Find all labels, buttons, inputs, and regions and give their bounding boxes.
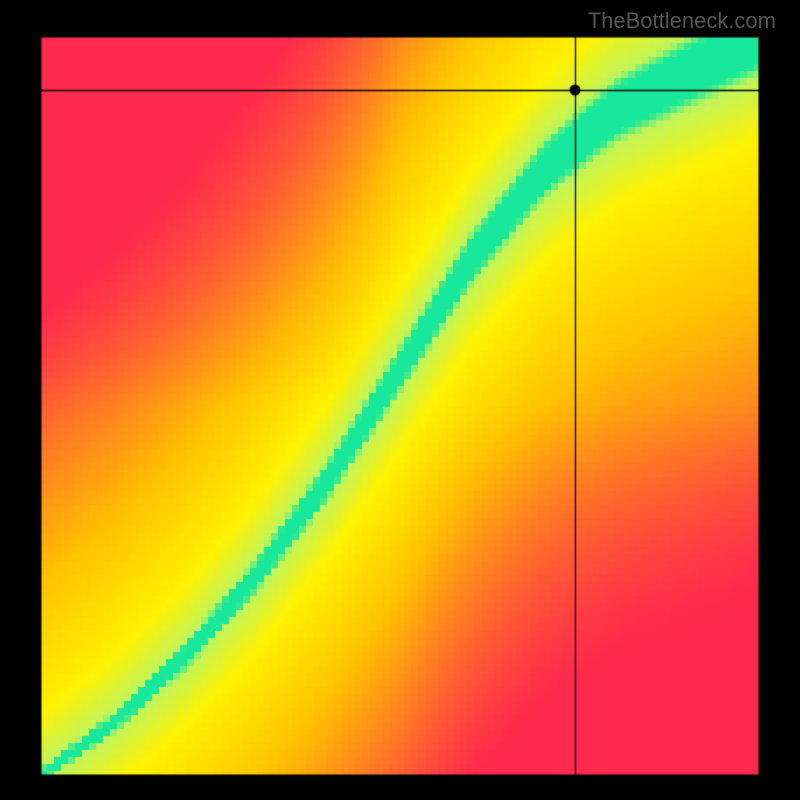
watermark-text: TheBottleneck.com [588,8,776,34]
